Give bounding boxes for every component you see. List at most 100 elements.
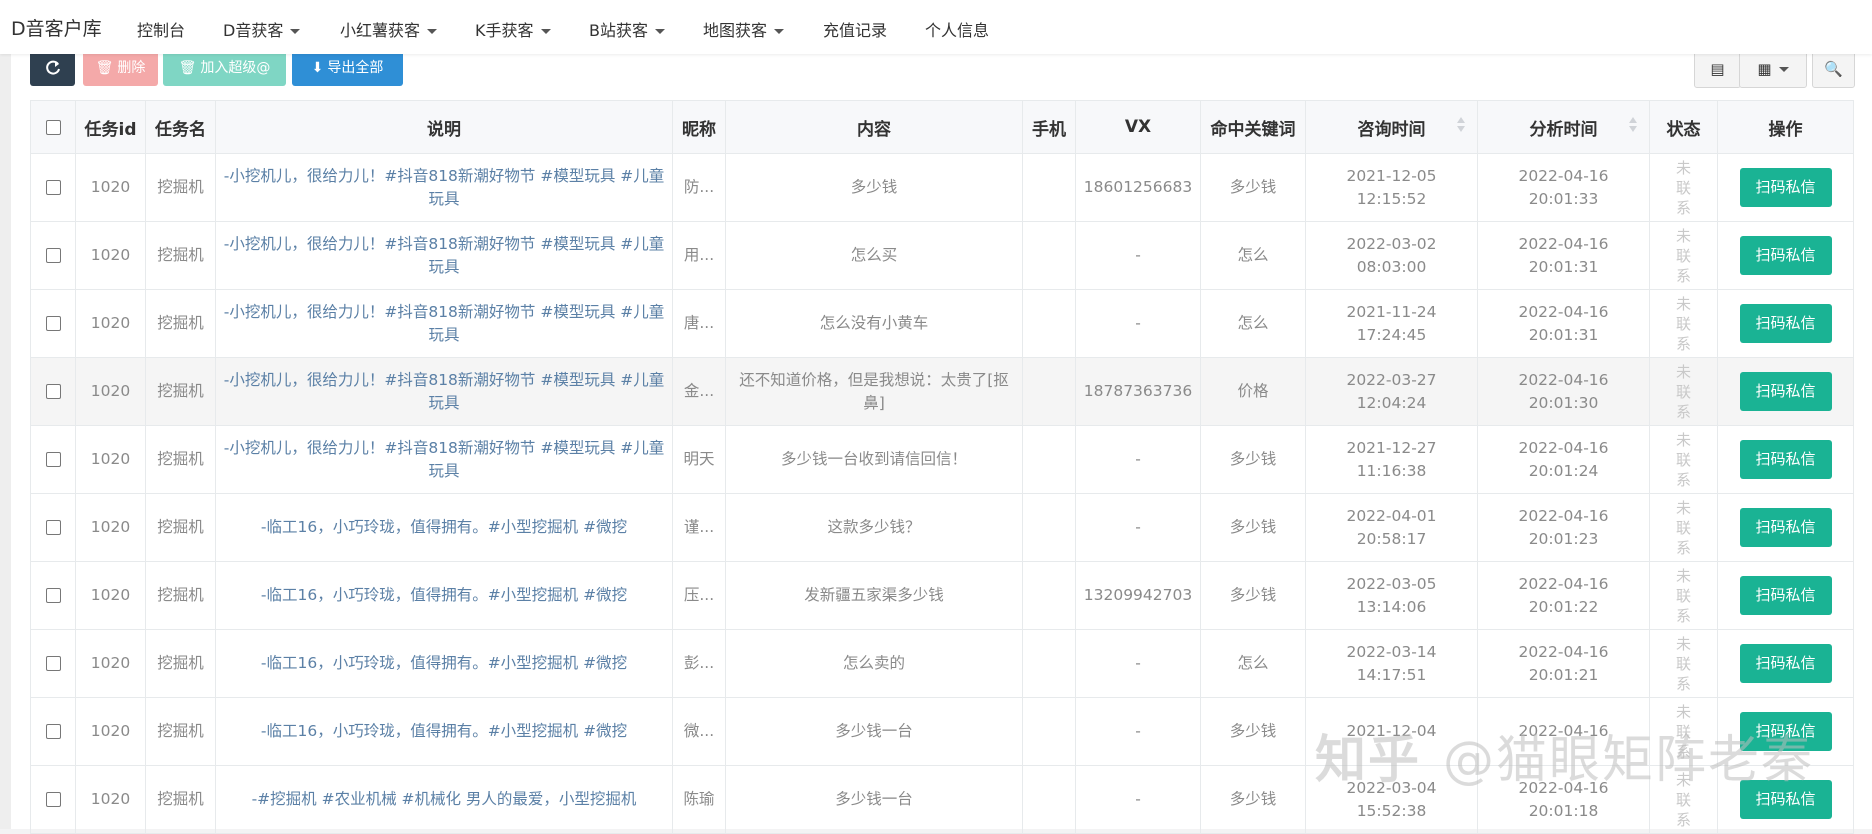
nav-recharge-records[interactable]: 充值记录 bbox=[823, 17, 887, 41]
header-task-id[interactable]: 任务id bbox=[75, 100, 146, 154]
nav-console[interactable]: 控制台 bbox=[137, 17, 185, 41]
header-description[interactable]: 说明 bbox=[215, 100, 673, 154]
table-row[interactable]: 1020 挖掘机 -小挖机儿，很给力儿！#抖音818新潮好物节 #模型玩具 #儿童玩… bbox=[30, 153, 1854, 222]
header-analyze-time[interactable]: 分析时间 bbox=[1477, 100, 1650, 154]
consult-date: 2021-12-05 bbox=[1346, 166, 1437, 185]
header-analyze-time-label: 分析时间 bbox=[1529, 119, 1598, 140]
scan-message-button[interactable]: 扫码私信 bbox=[1739, 508, 1832, 547]
nav-profile[interactable]: 个人信息 bbox=[925, 17, 989, 41]
select-all-checkbox[interactable] bbox=[30, 100, 76, 154]
row-checkbox[interactable] bbox=[45, 588, 61, 603]
nav-label: 控制台 bbox=[137, 21, 186, 40]
header-content[interactable]: 内容 bbox=[725, 100, 1023, 154]
table-row[interactable]: 1020 挖掘机 -小挖机儿，很给力儿！#抖音818新潮好物节 #模型玩具 #儿童玩… bbox=[30, 221, 1854, 290]
cell-content: 还不知道价格，但是我想说：太贵了[抠鼻] bbox=[725, 357, 1023, 426]
row-select[interactable] bbox=[30, 493, 76, 562]
scan-message-button[interactable]: 扫码私信 bbox=[1739, 236, 1832, 275]
row-checkbox[interactable] bbox=[45, 452, 61, 467]
cell-description: -小挖机儿，很给力儿！#抖音818新潮好物节 #模型玩具 #儿童玩具 bbox=[215, 289, 673, 358]
scan-message-button[interactable]: 扫码私信 bbox=[1739, 304, 1832, 343]
row-checkbox[interactable] bbox=[45, 316, 61, 331]
header-nickname[interactable]: 昵称 bbox=[672, 100, 726, 154]
table-row[interactable]: 1020 挖掘机 -小挖机儿，很给力儿！#抖音818新潮好物节 #模型玩具 #儿童玩… bbox=[30, 425, 1854, 494]
row-checkbox[interactable] bbox=[45, 248, 61, 263]
search-button[interactable]: 🔍 bbox=[1812, 50, 1855, 88]
add-super-at-button[interactable]: 🗑 加入超级@ bbox=[163, 50, 286, 86]
cell-task-id: 1020 bbox=[75, 697, 146, 766]
table-row[interactable]: 1020 挖掘机 -小挖机儿，很给力儿！#抖音818新潮好物节 #模型玩具 #儿童玩… bbox=[30, 357, 1854, 426]
row-select[interactable] bbox=[30, 153, 76, 222]
row-select[interactable] bbox=[30, 221, 76, 290]
row-select[interactable] bbox=[30, 629, 76, 698]
table-row[interactable]: 1020 挖掘机 -小挖机儿，很给力儿！#抖音818新潮好物节 #模型玩具 #儿童玩… bbox=[30, 289, 1854, 358]
table-header-row: 任务id 任务名 说明 昵称 内容 手机 VX 命中关键词 咨询时间 分析时间 … bbox=[30, 100, 1854, 154]
cell-keyword: 多少钱 bbox=[1200, 425, 1306, 494]
nav-douyin-leads[interactable]: D音获客 bbox=[223, 17, 301, 41]
row-checkbox[interactable] bbox=[45, 384, 61, 399]
cell-status: 未联系 bbox=[1649, 289, 1718, 358]
scan-message-button[interactable]: 扫码私信 bbox=[1739, 168, 1832, 207]
row-checkbox[interactable] bbox=[45, 656, 61, 671]
scan-message-button[interactable]: 扫码私信 bbox=[1739, 372, 1832, 411]
nav-bilibili-leads[interactable]: B站获客 bbox=[589, 17, 665, 41]
table-row[interactable]: 1020 挖掘机 -临工16，小巧玲珑，值得拥有。#小型挖掘机 #微挖 压... 发新疆… bbox=[30, 561, 1854, 630]
top-navbar: D音客户库 控制台 D音获客 小红薯获客 K手获客 B站获客 地图获客 充值记录… bbox=[0, 0, 1872, 54]
status-text: 未联系 bbox=[1675, 158, 1691, 217]
row-checkbox[interactable] bbox=[45, 520, 61, 535]
columns-dropdown-button[interactable]: ▦ bbox=[1739, 50, 1807, 88]
columns-icon: ▦ bbox=[1757, 60, 1772, 78]
nav-kuaishou-leads[interactable]: K手获客 bbox=[475, 17, 551, 41]
export-all-button[interactable]: ⬇ 导出全部 bbox=[292, 50, 403, 86]
table-row[interactable]: 1020 挖掘机 -临工16，小巧玲珑，值得拥有。#小型挖掘机 #微挖 彭... 怎么卖… bbox=[30, 629, 1854, 698]
table-row[interactable]: 1020 挖掘机 -临工16，小巧玲珑，值得拥有。#小型挖掘机 #微挖 谨... 这款多… bbox=[30, 493, 1854, 562]
scan-message-button[interactable]: 扫码私信 bbox=[1739, 576, 1832, 615]
consult-clock: 11:16:38 bbox=[1356, 461, 1427, 480]
row-select[interactable] bbox=[30, 425, 76, 494]
brand-logo[interactable]: D音客户库 bbox=[11, 14, 102, 41]
row-select[interactable] bbox=[30, 357, 76, 426]
cell-content: 多少钱一台 bbox=[725, 697, 1023, 766]
cell-vx: 13209942703 bbox=[1075, 561, 1201, 630]
analyze-date: 2022-04-16 bbox=[1518, 370, 1609, 389]
scan-message-button[interactable]: 扫码私信 bbox=[1739, 644, 1832, 683]
cell-description: -临工16，小巧玲珑，值得拥有。#小型挖掘机 #微挖 bbox=[215, 697, 673, 766]
toggle-view-button[interactable]: ▤ bbox=[1694, 50, 1741, 88]
nav-label: 个人信息 bbox=[925, 21, 990, 40]
consult-clock: 08:03:00 bbox=[1356, 257, 1427, 276]
row-select[interactable] bbox=[30, 765, 76, 834]
scan-message-button[interactable]: 扫码私信 bbox=[1739, 440, 1832, 479]
nav-xiaohongshu-leads[interactable]: 小红薯获客 bbox=[340, 17, 438, 41]
cell-nickname: 用... bbox=[672, 221, 726, 290]
header-action: 操作 bbox=[1717, 100, 1854, 154]
row-select[interactable] bbox=[30, 561, 76, 630]
status-text: 未联系 bbox=[1675, 362, 1691, 421]
checkbox[interactable] bbox=[45, 119, 61, 135]
header-phone[interactable]: 手机 bbox=[1022, 100, 1076, 154]
header-vx[interactable]: VX bbox=[1075, 100, 1201, 154]
sidebar-edge bbox=[0, 54, 11, 829]
row-select[interactable] bbox=[30, 697, 76, 766]
row-checkbox[interactable] bbox=[45, 180, 61, 195]
cell-status: 未联系 bbox=[1649, 629, 1718, 698]
cell-analyze-time: 2022-04-16 20:01:22 bbox=[1477, 561, 1650, 630]
delete-button[interactable]: 🗑 删除 bbox=[83, 50, 158, 86]
row-checkbox[interactable] bbox=[45, 724, 61, 739]
header-task-name[interactable]: 任务名 bbox=[145, 100, 216, 154]
header-status[interactable]: 状态 bbox=[1649, 100, 1718, 154]
cell-vx: - bbox=[1075, 221, 1201, 290]
cell-status: 未联系 bbox=[1649, 357, 1718, 426]
refresh-button[interactable] bbox=[30, 50, 75, 86]
header-consult-time[interactable]: 咨询时间 bbox=[1305, 100, 1478, 154]
cell-task-id: 1020 bbox=[75, 629, 146, 698]
cell-content: 多少钱 bbox=[725, 153, 1023, 222]
cell-phone bbox=[1022, 153, 1076, 222]
row-select[interactable] bbox=[30, 289, 76, 358]
analyze-date: 2022-04-16 bbox=[1518, 642, 1609, 661]
header-keyword[interactable]: 命中关键词 bbox=[1200, 100, 1306, 154]
cell-description: -小挖机儿，很给力儿！#抖音818新潮好物节 #模型玩具 #儿童玩具 bbox=[215, 221, 673, 290]
cell-consult-time: 2022-04-01 20:58:17 bbox=[1305, 493, 1478, 562]
row-checkbox[interactable] bbox=[45, 792, 61, 807]
cell-nickname: 金... bbox=[672, 357, 726, 426]
nav-map-leads[interactable]: 地图获客 bbox=[703, 17, 785, 41]
analyze-clock: 20:01:18 bbox=[1528, 801, 1599, 820]
